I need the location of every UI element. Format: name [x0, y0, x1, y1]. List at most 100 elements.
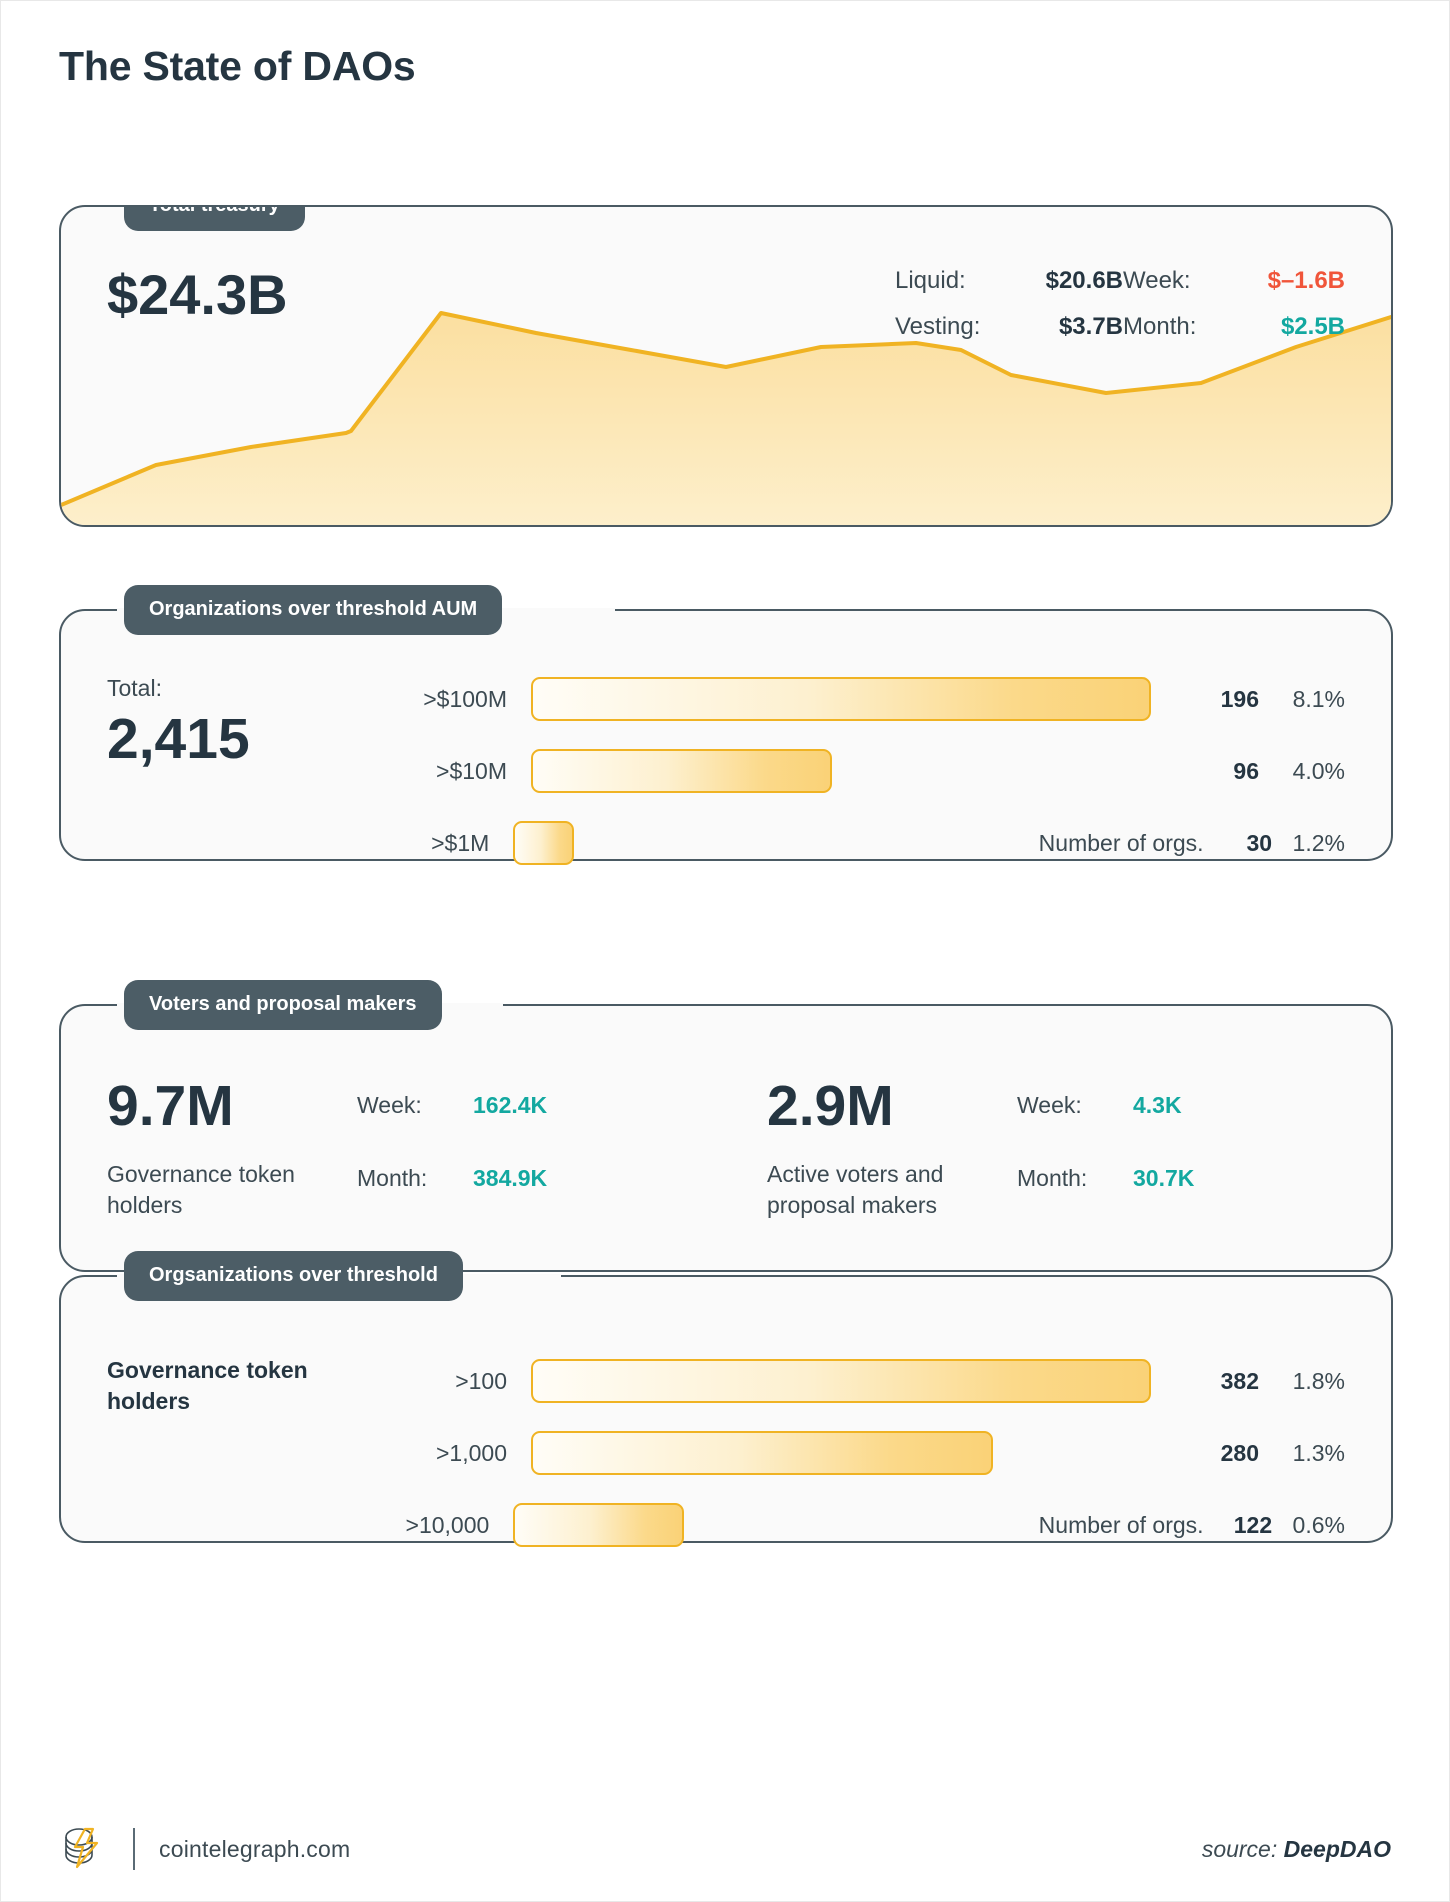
aum-total-value: 2,415 [107, 707, 250, 772]
bar-count: 122 [1233, 1511, 1273, 1538]
footer: cointelegraph.com source: DeepDAO [59, 1823, 1391, 1875]
bar-fill [513, 821, 574, 865]
treasury-stats-left: Liquid: $20.6B Vesting: $3.7B [895, 267, 1123, 341]
stat-label-month: Month: [1123, 313, 1197, 340]
bar-tick-label: >1,000 [436, 1439, 507, 1466]
stat-value-month: $2.5B [1280, 313, 1345, 340]
bar-percent: 1.2% [1292, 829, 1345, 856]
voter-stat-label-week: Week: [357, 1092, 422, 1118]
voter-stat-label-month: Month: [1017, 1165, 1088, 1191]
stat-row-vesting: Vesting: $3.7B [895, 313, 1123, 341]
footer-divider [133, 1828, 135, 1870]
bar-track [531, 1431, 1151, 1475]
stat-row-liquid: Liquid: $20.6B [895, 267, 1123, 295]
bar-fill [531, 1359, 1151, 1403]
voter-stat-value-month: 30.7K [1133, 1165, 1195, 1191]
voter-description: Active voters and proposal makers [767, 1161, 944, 1219]
bar-row: >$100M 196 8.1% [391, 663, 1345, 735]
bar-row: >10,000 Number of orgs. 122 0.6% [391, 1489, 1345, 1561]
infographic-page: The State of DAOs Total treasury $24.3B … [0, 0, 1450, 1902]
bar-tick-label: >100 [455, 1367, 507, 1394]
aum-total-block: Total: 2,415 [107, 673, 357, 771]
voter-stats: Week: 4.3K Month: 30.7K [1017, 1078, 1245, 1192]
stat-label-week: Week: [1123, 267, 1191, 294]
voter-value: 9.7M [107, 1074, 234, 1138]
voter-value: 2.9M [767, 1074, 894, 1138]
voter-stat-value-week: 162.4K [473, 1092, 548, 1118]
bar-row: >100 382 1.8% [391, 1345, 1345, 1417]
bar-fill [531, 749, 832, 793]
page-title: The State of DAOs [59, 43, 416, 89]
cointelegraph-logo-icon [65, 1827, 99, 1869]
bar-tick-label: >$100M [423, 685, 507, 712]
bar-row: >$1M Number of orgs. 30 1.2% [391, 807, 1345, 879]
aum-bar-rows: >$100M 196 8.1% >$10M 96 4.0% >$1M Numbe… [391, 663, 1345, 879]
bar-count: 30 [1246, 829, 1273, 856]
bar-percent: 0.6% [1292, 1511, 1345, 1538]
bar-track [531, 1359, 1151, 1403]
orgthreshold-bar-rows: >100 382 1.8% >1,000 280 1.3% >10,000 Nu… [391, 1345, 1345, 1561]
voter-stats: Week: 162.4K Month: 384.9K [357, 1078, 585, 1192]
treasury-stats: Liquid: $20.6B Vesting: $3.7B Week: $–1.… [895, 267, 1345, 341]
badge-orgsanizations-over-threshold: Orgsanizations over threshold [124, 1251, 463, 1301]
bar-count: 382 [1220, 1367, 1259, 1394]
footer-brand: cointelegraph.com [59, 1823, 350, 1875]
bar-tick-label: >$10M [436, 757, 507, 784]
footer-source-prefix: source: [1201, 1835, 1284, 1862]
voter-group-token-holders: 9.7M Governance token holders Week: 162.… [107, 1078, 585, 1221]
voter-stat-label-week: Week: [1017, 1092, 1082, 1118]
stat-label-liquid: Liquid: [895, 267, 966, 294]
bar-fill [531, 677, 1151, 721]
bar-tick-label: >10,000 [405, 1511, 490, 1538]
badge-total-treasury: Total treasury [124, 207, 305, 231]
bar-percent: 1.3% [1292, 1439, 1345, 1466]
stat-label-vesting: Vesting: [895, 313, 981, 340]
bar-track [513, 821, 1038, 865]
bar-count: 280 [1220, 1439, 1259, 1466]
bar-tick-label: >$1M [431, 829, 490, 856]
stat-value-liquid: $20.6B [1045, 267, 1123, 294]
bar-axis-note: Number of orgs. [1038, 829, 1204, 856]
bar-percent: 1.8% [1292, 1367, 1345, 1394]
badge-voters-and-proposal-makers: Voters and proposal makers [124, 980, 442, 1030]
bar-axis-note: Number of orgs. [1038, 1511, 1204, 1538]
bar-track [531, 677, 1151, 721]
voter-stat-value-week: 4.3K [1133, 1092, 1182, 1118]
bar-count: 196 [1220, 685, 1259, 712]
stat-value-week: $–1.6B [1267, 267, 1345, 294]
footer-source-name: DeepDAO [1283, 1835, 1391, 1862]
bar-row: >1,000 280 1.3% [391, 1417, 1345, 1489]
bar-percent: 4.0% [1292, 757, 1345, 784]
treasury-stats-right: Week: $–1.6B Month: $2.5B [1123, 267, 1345, 341]
voter-group-active-voters: 2.9M Active voters and proposal makers W… [767, 1078, 1245, 1221]
voter-group-main: 9.7M Governance token holders [107, 1078, 357, 1221]
voter-stat-row-week: Week: 4.3K [1017, 1092, 1245, 1119]
card-orgsanizations-over-threshold: Orgsanizations over threshold Governance… [59, 1251, 1393, 1547]
bar-fill [531, 1431, 993, 1475]
voter-stat-row-month: Month: 30.7K [1017, 1165, 1245, 1192]
stat-row-week: Week: $–1.6B [1123, 267, 1345, 295]
bar-track [531, 749, 1151, 793]
voter-stat-row-week: Week: 162.4K [357, 1092, 585, 1119]
bar-row: >$10M 96 4.0% [391, 735, 1345, 807]
card-voters-and-proposal-makers: Voters and proposal makers 9.7M Governan… [59, 980, 1393, 1272]
bar-track [513, 1503, 1038, 1547]
aum-total-label: Total: [107, 675, 162, 701]
voter-stat-label-month: Month: [357, 1165, 428, 1191]
card-total-treasury: Total treasury $24.3B Liquid: $20.6B Ves… [59, 205, 1393, 527]
orgthreshold-left-block: Governance token holders [107, 1355, 357, 1417]
voter-stat-row-month: Month: 384.9K [357, 1165, 585, 1192]
card-organizations-over-threshold-aum: Organizations over threshold AUM Total: … [59, 585, 1393, 865]
stat-value-vesting: $3.7B [1058, 313, 1123, 340]
stat-row-month: Month: $2.5B [1123, 313, 1345, 341]
footer-site-url[interactable]: cointelegraph.com [159, 1836, 350, 1863]
voter-stat-value-month: 384.9K [473, 1165, 548, 1191]
bar-count: 96 [1233, 757, 1259, 784]
treasury-total-value: $24.3B [107, 263, 288, 326]
badge-organizations-over-threshold-aum: Organizations over threshold AUM [124, 585, 503, 635]
voter-group-main: 2.9M Active voters and proposal makers [767, 1078, 1017, 1221]
footer-source: source: DeepDAO [1202, 1836, 1391, 1863]
voter-description: Governance token holders [107, 1161, 295, 1219]
orgthreshold-left-caption: Governance token holders [107, 1357, 308, 1415]
bar-fill [513, 1503, 685, 1547]
